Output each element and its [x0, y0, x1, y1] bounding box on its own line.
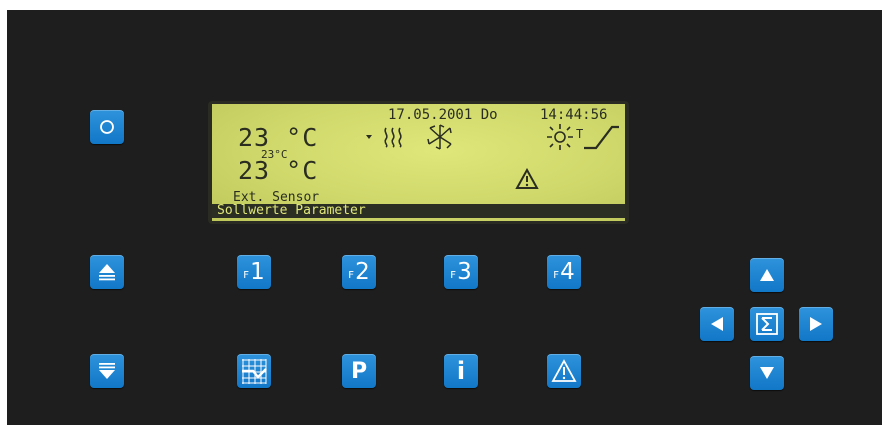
f1-button[interactable]: F 1 — [237, 255, 271, 289]
parameter-button[interactable]: P — [342, 354, 376, 388]
f3-button[interactable]: F 3 — [444, 255, 478, 289]
down-triangle-icon — [760, 367, 774, 379]
right-triangle-icon — [810, 317, 822, 331]
f2-prefix: F — [348, 270, 355, 281]
nav-left-button[interactable] — [700, 307, 734, 341]
dot-icon — [366, 135, 372, 139]
f2-number: 2 — [355, 259, 370, 285]
ramp-icon — [584, 125, 619, 150]
control-panel: 17.05.2001 Do 14:44:56 23 °C 23°C 23 °C … — [7, 10, 882, 425]
warning-triangle-icon — [551, 359, 577, 382]
f4-button[interactable]: F 4 — [547, 255, 581, 289]
fan-icon — [427, 124, 452, 150]
graph-icon — [242, 359, 267, 384]
info-label: i — [456, 357, 466, 385]
temperature-second: 23 °C — [238, 156, 319, 185]
info-button[interactable]: i — [444, 354, 478, 388]
scroll-down-button[interactable] — [90, 354, 124, 388]
nav-up-button[interactable] — [750, 258, 784, 292]
alarm-button[interactable] — [547, 354, 581, 388]
up-arrow-bar-icon — [99, 264, 115, 281]
f1-number: 1 — [250, 259, 265, 285]
status-line: Sollwerte Parameter — [217, 203, 366, 218]
f1-prefix: F — [243, 270, 250, 281]
date-readout: 17.05.2001 Do — [388, 107, 498, 123]
power-ring-icon — [100, 120, 114, 134]
lcd-display: 17.05.2001 Do 14:44:56 23 °C 23°C 23 °C … — [208, 101, 629, 224]
screenshot-canvas: 17.05.2001 Do 14:44:56 23 °C 23°C 23 °C … — [0, 0, 882, 425]
f3-number: 3 — [457, 259, 472, 285]
up-triangle-icon — [760, 269, 774, 281]
enter-icon — [756, 313, 778, 335]
f2-button[interactable]: F 2 — [342, 255, 376, 289]
parameter-label: P — [350, 358, 368, 384]
scroll-up-button[interactable] — [90, 255, 124, 289]
left-triangle-icon — [711, 317, 723, 331]
down-arrow-bar-icon — [99, 363, 115, 379]
nav-right-button[interactable] — [799, 307, 833, 341]
f4-prefix: F — [553, 270, 560, 281]
lcd-screen: 17.05.2001 Do 14:44:56 23 °C 23°C 23 °C … — [212, 104, 625, 221]
f4-number: 4 — [560, 259, 575, 285]
warning-icon — [515, 168, 539, 189]
heat-waves-icon — [384, 127, 402, 148]
f3-prefix: F — [450, 270, 457, 281]
enter-button[interactable] — [750, 307, 784, 341]
graph-button[interactable] — [237, 354, 271, 388]
sun-icon — [547, 124, 573, 150]
power-button[interactable] — [90, 110, 124, 144]
nav-down-button[interactable] — [750, 356, 784, 390]
time-readout: 14:44:56 — [540, 107, 608, 123]
